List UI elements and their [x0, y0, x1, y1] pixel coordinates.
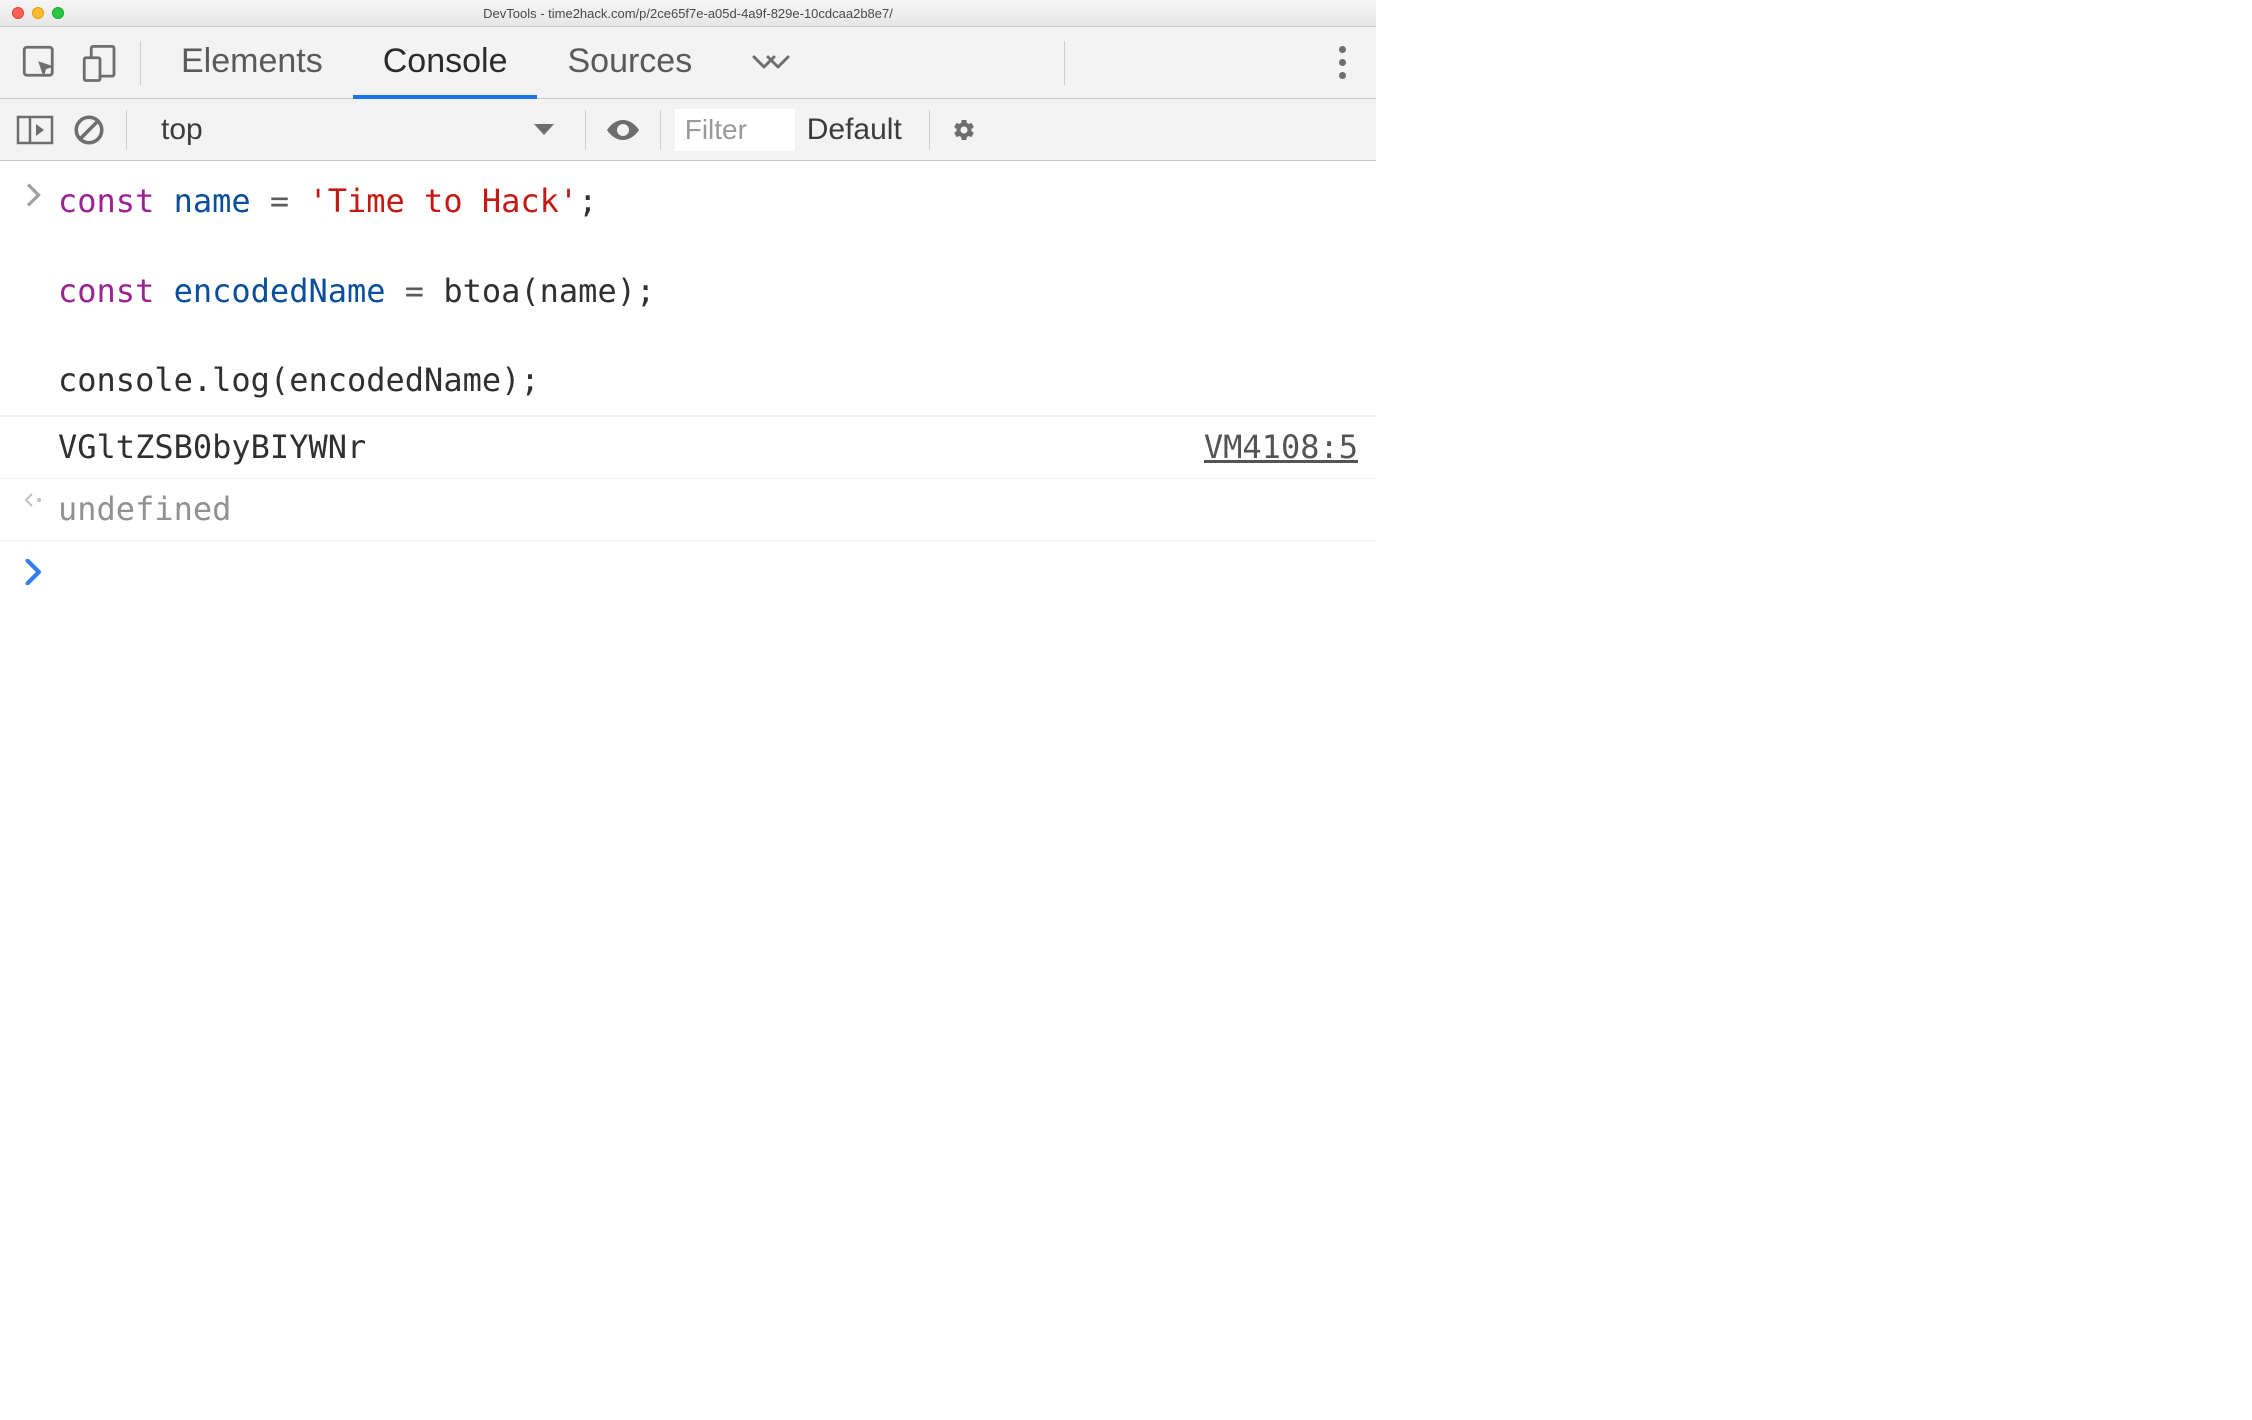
tab-console[interactable]: Console [353, 27, 538, 99]
tab-sources[interactable]: Sources [537, 27, 722, 99]
input-prompt-icon [10, 179, 58, 207]
device-toolbar-icon[interactable] [70, 27, 130, 99]
toggle-sidebar-icon[interactable] [8, 99, 62, 161]
console-log-row: VGltZSB0byBIYWNr VM4108:5 [0, 416, 1376, 479]
execution-context-select[interactable]: top [137, 99, 575, 161]
context-label: top [161, 113, 203, 147]
separator [140, 41, 141, 85]
chevron-down-icon [533, 123, 555, 137]
console-prompt-row[interactable] [0, 541, 1376, 599]
inspect-element-icon[interactable] [10, 27, 70, 99]
settings-icon[interactable] [940, 99, 994, 161]
traffic-lights [12, 7, 64, 19]
minimize-window-button[interactable] [32, 7, 44, 19]
separator [929, 110, 930, 150]
prompt-icon [10, 555, 58, 585]
return-icon [10, 487, 58, 511]
log-value: VGltZSB0byBIYWNr [58, 425, 1204, 470]
window-title: DevTools - time2hack.com/p/2ce65f7e-a05d… [0, 6, 1376, 21]
filter-placeholder: Filter [685, 114, 747, 146]
console-filterbar: top Filter Default [0, 99, 1376, 161]
more-tabs-icon[interactable] [722, 51, 820, 75]
devtools-tabbar: Elements Console Sources [0, 27, 1376, 99]
return-value: undefined [58, 487, 1358, 532]
separator [1064, 41, 1065, 85]
kebab-menu-icon[interactable] [1319, 46, 1366, 79]
log-levels-select[interactable]: Default [799, 113, 919, 147]
separator [585, 110, 586, 150]
console-input-row[interactable]: const name = 'Time to Hack'; const encod… [0, 161, 1376, 416]
maximize-window-button[interactable] [52, 7, 64, 19]
tab-elements[interactable]: Elements [151, 27, 353, 99]
console-input-code: const name = 'Time to Hack'; const encod… [58, 179, 1358, 403]
close-window-button[interactable] [12, 7, 24, 19]
clear-console-icon[interactable] [62, 99, 116, 161]
console-body: const name = 'Time to Hack'; const encod… [0, 161, 1376, 599]
window-titlebar: DevTools - time2hack.com/p/2ce65f7e-a05d… [0, 0, 1376, 27]
filter-input[interactable]: Filter [675, 109, 795, 151]
log-gutter [10, 425, 58, 429]
live-expression-icon[interactable] [596, 99, 650, 161]
separator [660, 110, 661, 150]
log-source-link[interactable]: VM4108:5 [1204, 425, 1358, 470]
console-return-row: undefined [0, 479, 1376, 541]
separator [126, 110, 127, 150]
